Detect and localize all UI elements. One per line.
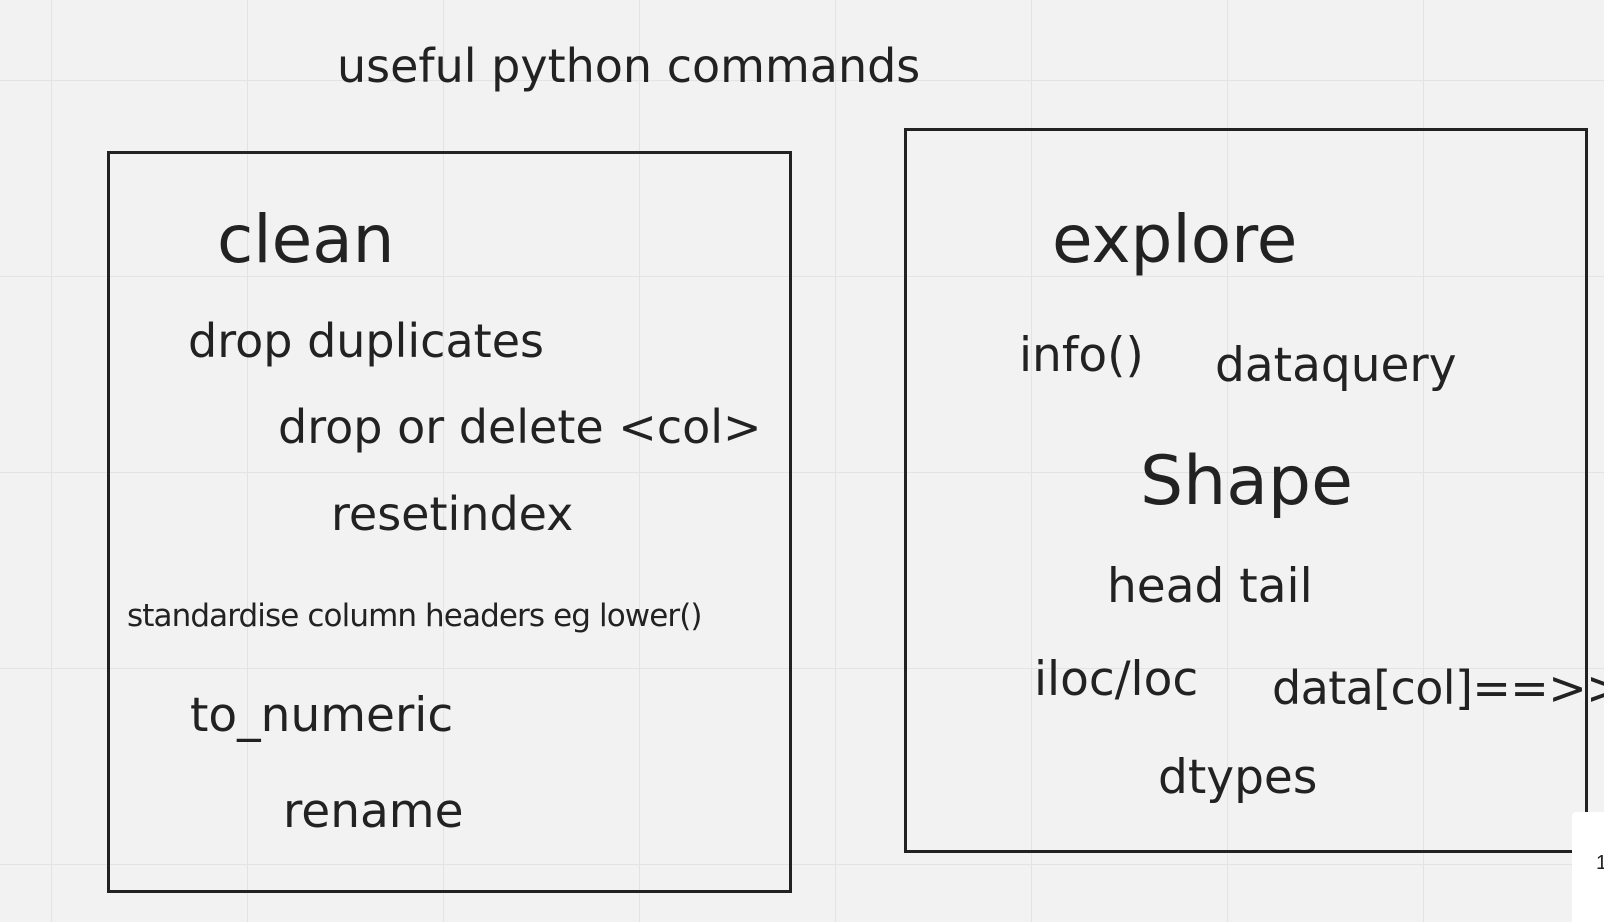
zoom-indicator[interactable]: 1 <box>1572 812 1604 922</box>
clean-item-to-numeric: to_numeric <box>190 688 454 743</box>
explore-item-shape: Shape <box>1140 442 1353 521</box>
explore-item-data-col-compare: data[col]==>> <box>1272 661 1604 715</box>
zoom-indicator-label: 1 <box>1596 852 1604 874</box>
explore-item-info: info() <box>1019 328 1144 383</box>
explore-item-dataquery: dataquery <box>1215 338 1457 393</box>
explore-item-iloc-loc: iloc/loc <box>1034 652 1199 707</box>
clean-item-drop-duplicates: drop duplicates <box>188 314 544 368</box>
clean-item-rename: rename <box>283 784 464 839</box>
board-title: useful python commands <box>337 39 921 93</box>
clean-item-drop-or-delete-col: drop or delete <col> <box>278 400 762 454</box>
clean-item-standardise-headers: standardise column headers eg lower() <box>127 598 703 634</box>
clean-item-resetindex: resetindex <box>331 487 574 541</box>
explore-heading: explore <box>1052 201 1298 278</box>
explore-item-dtypes: dtypes <box>1158 750 1318 805</box>
clean-heading: clean <box>217 201 395 278</box>
explore-item-head-tail: head tail <box>1107 559 1313 614</box>
